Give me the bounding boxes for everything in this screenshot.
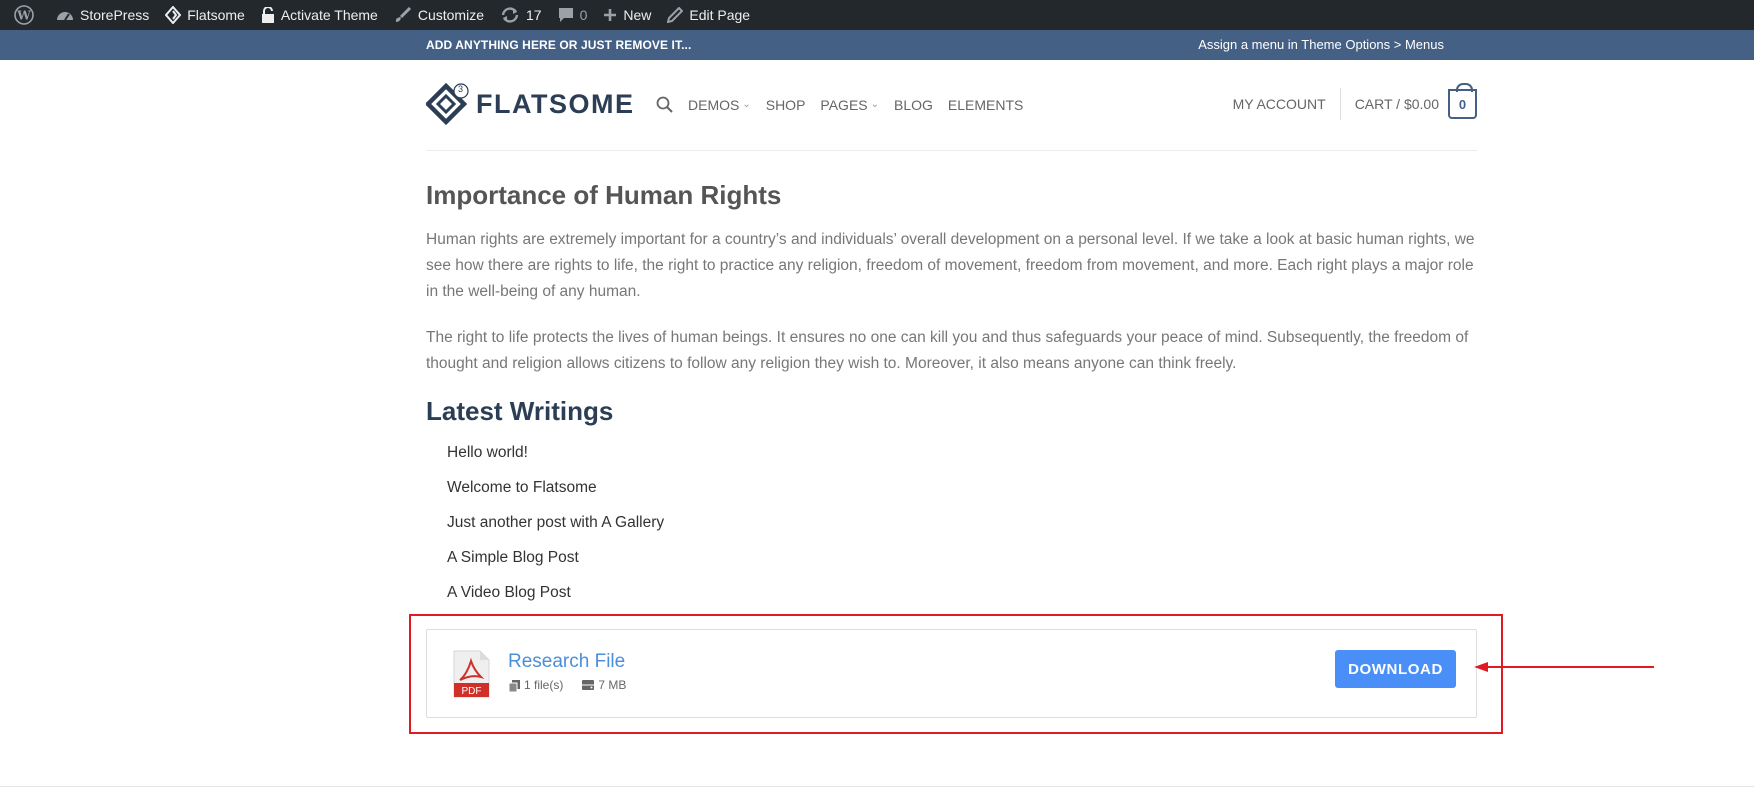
footer-divider: [0, 786, 1754, 787]
cart-count-badge[interactable]: 0: [1448, 83, 1477, 119]
download-title[interactable]: Research File: [508, 651, 625, 673]
top-bar: ADD ANYTHING HERE OR JUST REMOVE IT... A…: [0, 30, 1754, 60]
nav-label: PAGES: [820, 96, 868, 113]
logo-badge: 3: [458, 84, 464, 94]
file-size: 7 MB: [581, 678, 626, 692]
comments-count: 0: [579, 7, 588, 23]
pdf-file-icon: PDF: [453, 650, 490, 698]
download-button[interactable]: DOWNLOAD: [1335, 650, 1456, 688]
logo-text: FLATSOME: [476, 88, 635, 119]
nav-item-elements[interactable]: ELEMENTS: [948, 97, 1023, 113]
wordpress-logo-button[interactable]: W: [6, 0, 48, 30]
theme-label: Flatsome: [187, 7, 245, 23]
dashboard-icon: [57, 12, 73, 21]
lock-icon: [261, 7, 274, 23]
activate-theme-link[interactable]: Activate Theme: [253, 0, 386, 30]
pencil-icon: [667, 7, 684, 23]
file-count: 1 file(s): [508, 678, 563, 692]
comments-link[interactable]: 0: [550, 0, 596, 30]
arrow-left-icon: [1474, 662, 1654, 672]
nav-label: BLOG: [894, 96, 933, 113]
paragraph-1: Human rights are extremely important for…: [426, 231, 1475, 300]
cart-link[interactable]: CART / $0.00: [1355, 96, 1439, 112]
wordpress-icon: W: [14, 5, 34, 25]
flatsome-icon: [165, 6, 182, 24]
customize-link[interactable]: Customize: [386, 0, 492, 30]
nav-label: DEMOS: [688, 96, 740, 113]
activate-label: Activate Theme: [280, 7, 378, 23]
list-item[interactable]: A Video Blog Post: [447, 583, 664, 618]
site-name-label: StorePress: [80, 7, 150, 23]
site-header: 3 FLATSOME DEMOS ⌄ SHOP PAGES ⌄ BLOG ELEME…: [426, 60, 1477, 151]
download-box: PDF Research File 1 file(s) 7 MB DOWNLOA…: [426, 629, 1477, 718]
page-title: Importance of Human Rights: [426, 180, 782, 210]
edit-page-label: Edit Page: [689, 7, 751, 23]
search-icon: [656, 96, 673, 113]
pdf-label: PDF: [462, 686, 482, 697]
new-content-link[interactable]: New: [595, 0, 659, 30]
updates-link[interactable]: 17: [492, 0, 550, 30]
files-icon: [508, 679, 520, 692]
new-label: New: [623, 7, 652, 23]
search-button[interactable]: [656, 96, 673, 113]
paintbrush-icon: [395, 7, 411, 22]
file-size-label: 7 MB: [598, 678, 627, 692]
admin-bar: W StorePress Flatsome Activate Theme Cus…: [0, 0, 1754, 30]
updates-icon: [501, 7, 519, 23]
my-account-link[interactable]: MY ACCOUNT: [1233, 88, 1341, 120]
nav-item-pages[interactable]: PAGES ⌄: [820, 97, 879, 113]
edit-page-link[interactable]: Edit Page: [659, 0, 758, 30]
nav-item-demos[interactable]: DEMOS ⌄: [688, 97, 751, 113]
main-nav: DEMOS ⌄ SHOP PAGES ⌄ BLOG ELEMENTS: [656, 96, 1038, 113]
nav-item-shop[interactable]: SHOP: [766, 97, 806, 113]
download-meta: 1 file(s) 7 MB: [508, 678, 644, 692]
hard-drive-icon: [582, 680, 595, 690]
paragraph-2: The right to life protects the lives of …: [426, 329, 1469, 372]
chevron-down-icon: ⌄: [870, 99, 880, 110]
nav-item-blog[interactable]: BLOG: [894, 97, 933, 113]
theme-link[interactable]: Flatsome: [157, 0, 253, 30]
site-name-link[interactable]: StorePress: [48, 0, 157, 30]
customize-label: Customize: [417, 7, 484, 23]
svg-text:W: W: [16, 9, 31, 23]
plus-icon: [604, 9, 617, 21]
list-item[interactable]: Welcome to Flatsome: [447, 478, 664, 513]
top-bar-menu-link[interactable]: Assign a menu in Theme Options > Menus: [1198, 37, 1444, 52]
site-logo[interactable]: 3 FLATSOME: [426, 82, 634, 126]
list-item[interactable]: Hello world!: [447, 443, 664, 478]
comment-icon: [558, 8, 573, 22]
flatsome-logo-icon: [426, 82, 469, 126]
latest-writings-heading: Latest Writings: [426, 396, 614, 426]
latest-posts-list: Hello world! Welcome to Flatsome Just an…: [447, 443, 664, 618]
nav-label: SHOP: [765, 96, 806, 113]
top-bar-text: ADD ANYTHING HERE OR JUST REMOVE IT...: [426, 38, 692, 52]
list-item[interactable]: A Simple Blog Post: [447, 548, 664, 583]
file-count-label: 1 file(s): [524, 678, 564, 692]
chevron-down-icon: ⌄: [742, 99, 751, 110]
updates-count: 17: [525, 7, 542, 23]
list-item[interactable]: Just another post with A Gallery: [447, 513, 664, 548]
nav-label: ELEMENTS: [947, 96, 1024, 113]
header-right: MY ACCOUNT CART / $0.00 0: [1233, 83, 1477, 120]
